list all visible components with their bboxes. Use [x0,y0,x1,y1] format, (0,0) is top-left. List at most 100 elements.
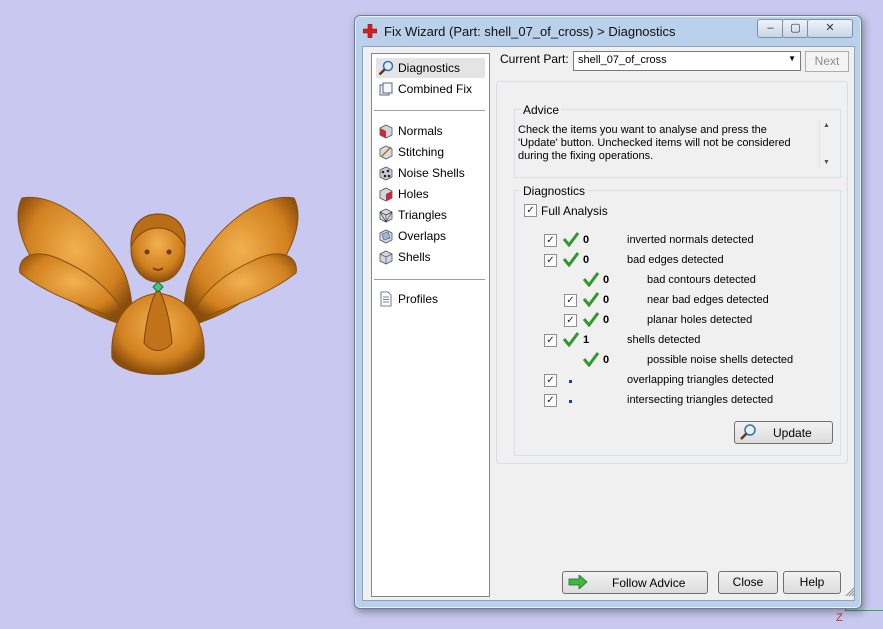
bad-contours-count: 0 [603,274,610,286]
red-cross-icon [363,24,377,38]
check-icon [582,292,600,307]
planar-holes-checkbox[interactable]: ✓ [564,314,577,327]
check-icon [562,252,580,267]
fix-wizard-window: Fix Wizard (Part: shell_07_of_cross) > D… [354,15,862,609]
noise-shells-label: possible noise shells detected [647,354,794,366]
check-icon [582,312,600,327]
scroll-up-icon[interactable]: ▲ [823,122,830,129]
near-bad-edges-count: 0 [603,294,610,306]
chevron-down-icon: ▼ [788,54,796,63]
current-part-label: Current Part: [500,52,569,66]
advice-text: Check the items you want to analyse and … [518,124,791,162]
check-icon [562,332,580,347]
right-wing [183,196,299,329]
shells-count: 1 [583,334,590,346]
document-icon [380,291,392,307]
nav-item-overlaps[interactable]: Overlaps [376,226,485,246]
overlapping-triangles-label: overlapping triangles detected [627,374,774,386]
holes-icon [379,187,393,202]
bad-contours-label: bad contours detected [647,274,756,286]
near-bad-edges-label: near bad edges detected [647,294,769,306]
diagnostics-legend: Diagnostics [521,184,588,198]
nav-divider [374,110,485,111]
green-arrow-icon [568,575,588,589]
bad-edges-checkbox[interactable]: ✓ [544,254,557,267]
nav-divider [374,279,485,280]
current-part-value: shell_07_of_cross [578,54,667,66]
shells-checkbox[interactable]: ✓ [544,334,557,347]
axis-x-line [846,610,883,611]
update-label: Update [773,426,812,440]
close-button[interactable]: Close [718,571,778,594]
shells-icon [379,250,393,265]
magnifier-icon [740,424,756,440]
nav-label-overlaps: Overlaps [398,229,447,243]
inverted-normals-checkbox[interactable]: ✓ [544,234,557,247]
advice-scrollbar[interactable]: ▲ ▼ [819,120,834,168]
maximize-button[interactable]: ▢ [782,19,809,38]
nav-item-profiles[interactable]: Profiles [376,289,485,309]
nav-item-triangles[interactable]: Triangles [376,205,485,225]
title-bar[interactable]: Fix Wizard (Part: shell_07_of_cross) > D… [355,16,861,46]
update-button[interactable]: Update [734,421,833,444]
stitching-icon [379,145,393,160]
next-button[interactable]: Next [805,51,849,72]
nav-label-stitching: Stitching [398,145,445,159]
angel-head [130,213,186,283]
nav-item-stitching[interactable]: Stitching [376,142,485,162]
advice-legend: Advice [521,103,562,117]
nav-item-combined-fix[interactable]: Combined Fix [376,79,485,99]
nav-label-noise-shells: Noise Shells [398,166,465,180]
minimize-button[interactable]: ‒ [757,19,784,38]
nav-label-diagnostics: Diagnostics [398,61,461,75]
follow-advice-label: Follow Advice [612,576,686,590]
nav-label-profiles: Profiles [398,292,439,306]
overlaps-icon [379,229,393,244]
resize-grip-icon[interactable] [845,587,855,597]
nav-label-normals: Normals [398,124,443,138]
pending-dot-icon [569,400,572,403]
inverted-normals-count: 0 [583,234,590,246]
current-part-dropdown[interactable]: shell_07_of_cross ▼ [573,51,801,71]
bad-edges-label: bad edges detected [627,254,724,266]
scroll-down-icon[interactable]: ▼ [823,159,830,166]
left-wing [17,196,133,329]
wizard-nav-pane: Diagnostics Combined Fix Normals Stitchi… [371,53,490,597]
axis-z-label: Z [836,612,843,624]
selection-marker [152,281,164,293]
nav-item-normals[interactable]: Normals [376,121,485,141]
check-icon [562,232,580,247]
pending-dot-icon [569,380,572,383]
nav-label-holes: Holes [398,187,429,201]
nav-item-holes[interactable]: Holes [376,184,485,204]
dialog-client-area: Diagnostics Combined Fix Normals Stitchi… [362,46,855,601]
shells-label: shells detected [627,334,701,346]
nav-label-combined-fix: Combined Fix [398,82,473,96]
planar-holes-label: planar holes detected [647,314,753,326]
near-bad-edges-checkbox[interactable]: ✓ [564,294,577,307]
help-button[interactable]: Help [783,571,841,594]
noise-shells-count: 0 [603,354,610,366]
follow-advice-button[interactable]: Follow Advice [562,571,708,594]
nav-label-shells: Shells [398,250,431,264]
nav-label-triangles: Triangles [398,208,447,222]
intersecting-triangles-label: intersecting triangles detected [627,394,774,406]
inverted-normals-label: inverted normals detected [627,234,754,246]
magnifier-icon [378,60,394,76]
check-icon [582,272,600,287]
angel-model-viewport[interactable] [12,188,304,384]
nav-item-noise-shells[interactable]: Noise Shells [376,163,485,183]
noise-shells-icon [379,166,393,181]
bad-edges-count: 0 [583,254,590,266]
window-title: Fix Wizard (Part: shell_07_of_cross) > D… [384,24,676,39]
nav-item-shells[interactable]: Shells [376,247,485,267]
nav-item-diagnostics[interactable]: Diagnostics [376,58,485,78]
full-analysis-checkbox[interactable]: ✓ [524,204,537,217]
intersecting-triangles-checkbox[interactable]: ✓ [544,394,557,407]
full-analysis-label: Full Analysis [541,204,608,218]
triangles-icon [379,208,393,223]
overlapping-triangles-checkbox[interactable]: ✓ [544,374,557,387]
normals-cube-icon [379,124,393,139]
planar-holes-count: 0 [603,314,610,326]
close-window-button[interactable]: ✕ [807,19,853,38]
